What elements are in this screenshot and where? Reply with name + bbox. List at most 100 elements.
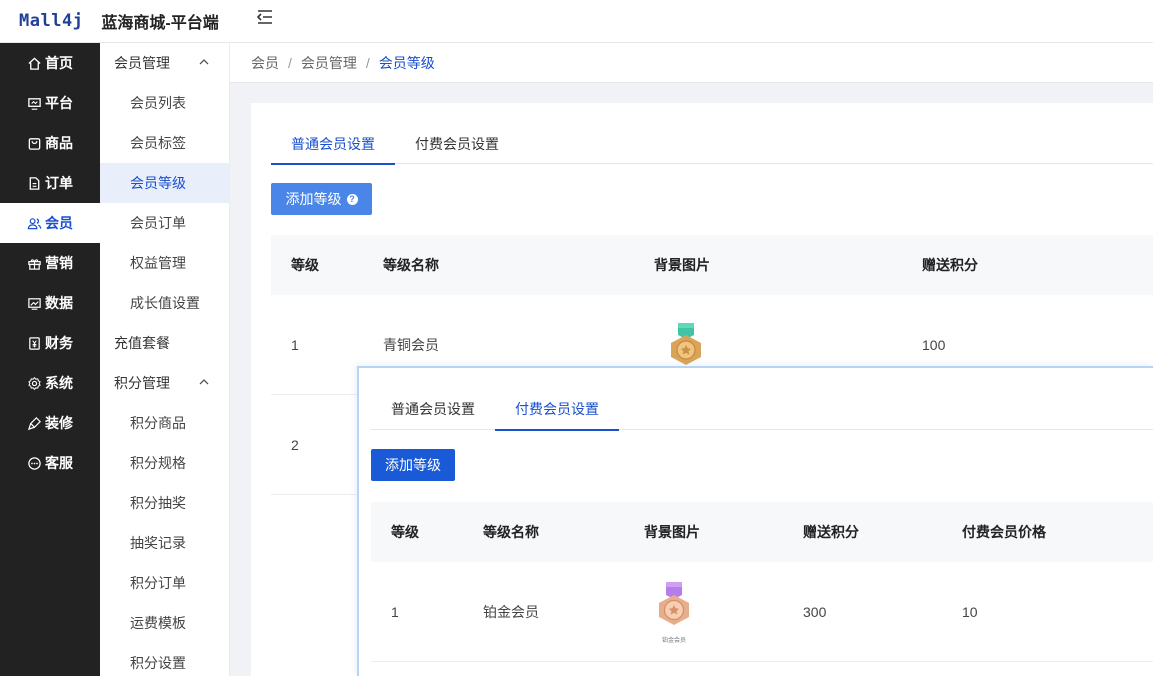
subnav-item-benefits[interactable]: 权益管理 xyxy=(100,243,229,283)
nav-label: 财务 xyxy=(45,335,73,351)
subnav-item-member-orders[interactable]: 会员订单 xyxy=(100,203,229,243)
paid-member-panel: 普通会员设置 付费会员设置 添加等级 等级 等级名称 背景图片 赠送积分 付费会… xyxy=(357,366,1153,676)
subnav-item-member-level[interactable]: 会员等级 xyxy=(100,163,229,203)
col-header: 赠送积分 xyxy=(803,524,859,540)
platinum-medal-icon xyxy=(659,581,689,625)
logo[interactable]: Mall4j xyxy=(19,11,83,31)
subnav-item-member-list[interactable]: 会员列表 xyxy=(100,83,229,123)
nav-item-service[interactable]: 客服 xyxy=(0,443,100,483)
main-nav: 首页 平台 商品 订单 会员 营销 数据 财务 系统 装修 客服 xyxy=(0,43,100,676)
cell-price: 10 xyxy=(962,603,978,620)
subnav-group-label: 积分管理 xyxy=(114,375,170,391)
cell-name: 青铜会员 xyxy=(383,336,439,353)
cell-name: 铂金会员 xyxy=(483,603,539,620)
platinum-medal: 铂金会员 xyxy=(654,580,694,644)
monitor-icon xyxy=(28,97,41,110)
home-icon xyxy=(28,56,41,70)
breadcrumb-separator: / xyxy=(288,54,292,71)
col-header: 背景图片 xyxy=(654,257,710,273)
gift-icon xyxy=(28,258,41,270)
bag-icon xyxy=(28,137,41,150)
nav-label: 平台 xyxy=(45,95,73,111)
sub-nav: 会员管理 会员列表 会员标签 会员等级 会员订单 权益管理 成长值设置 充值套餐… xyxy=(100,43,230,676)
document-icon xyxy=(29,176,40,190)
nav-label: 订单 xyxy=(45,175,73,191)
nav-item-data[interactable]: 数据 xyxy=(0,283,100,323)
tabs: 普通会员设置 付费会员设置 xyxy=(271,124,1153,165)
subnav-item-member-tags[interactable]: 会员标签 xyxy=(100,123,229,163)
nav-label: 数据 xyxy=(45,295,73,311)
add-level-label: 添加等级 xyxy=(285,191,342,207)
nav-label: 营销 xyxy=(45,255,73,271)
table-header: 等级 等级名称 背景图片 赠送积分 xyxy=(271,235,1153,295)
gear-icon xyxy=(28,376,41,390)
col-header: 等级 xyxy=(391,524,419,540)
paid-levels-table: 等级 等级名称 背景图片 赠送积分 付费会员价格 1 铂金会员 铂金会员 300… xyxy=(371,502,1153,662)
add-level-button[interactable]: 添加等级 ? xyxy=(271,183,372,215)
table-row: 1 铂金会员 铂金会员 300 10 xyxy=(371,562,1153,662)
cell-points: 300 xyxy=(803,603,827,620)
nav-label: 客服 xyxy=(45,455,73,471)
col-header: 赠送积分 xyxy=(922,257,978,273)
nav-item-decor[interactable]: 装修 xyxy=(0,403,100,443)
cell-level: 1 xyxy=(291,336,299,353)
breadcrumb-current: 会员等级 xyxy=(378,54,435,71)
nav-item-products[interactable]: 商品 xyxy=(0,123,100,163)
col-header: 付费会员价格 xyxy=(962,524,1046,540)
nav-label: 装修 xyxy=(45,415,73,431)
subnav-item-points-settings[interactable]: 积分设置 xyxy=(100,643,229,676)
app-title: 蓝海商城-平台端 xyxy=(101,15,219,32)
add-level-button[interactable]: 添加等级 xyxy=(371,449,455,481)
bronze-medal-icon xyxy=(671,322,701,365)
nav-item-system[interactable]: 系统 xyxy=(0,363,100,403)
cell-points: 100 xyxy=(922,336,946,353)
nav-label: 商品 xyxy=(45,135,73,151)
nav-label: 首页 xyxy=(45,55,73,71)
yen-icon xyxy=(29,336,40,350)
popup-tabs: 普通会员设置 付费会员设置 xyxy=(371,388,1153,431)
nav-label: 系统 xyxy=(45,375,73,391)
users-icon xyxy=(27,217,42,229)
subnav-group-points-management[interactable]: 积分管理 xyxy=(100,363,229,403)
subnav-item-shipping-template[interactable]: 运费模板 xyxy=(100,603,229,643)
nav-label: 会员 xyxy=(45,215,73,231)
tab-normal-member[interactable]: 普通会员设置 xyxy=(271,124,395,165)
breadcrumb-item[interactable]: 会员 xyxy=(251,53,279,73)
help-icon[interactable]: ? xyxy=(346,193,358,205)
tab-normal-member[interactable]: 普通会员设置 xyxy=(371,388,495,430)
collapse-menu-icon[interactable] xyxy=(255,8,275,26)
chevron-up-icon xyxy=(199,59,209,65)
tab-paid-member[interactable]: 付费会员设置 xyxy=(395,124,519,164)
col-header: 背景图片 xyxy=(644,524,700,540)
cell-level: 2 xyxy=(291,436,299,453)
top-header: Mall4j 蓝海商城-平台端 xyxy=(0,0,1153,43)
chevron-up-icon xyxy=(199,379,209,385)
medal-caption: 铂金会员 xyxy=(661,637,686,644)
subnav-item-points-goods[interactable]: 积分商品 xyxy=(100,403,229,443)
nav-item-finance[interactable]: 财务 xyxy=(0,323,100,363)
subnav-item-points-lottery[interactable]: 积分抽奖 xyxy=(100,483,229,523)
col-header: 等级名称 xyxy=(383,257,439,273)
nav-item-orders[interactable]: 订单 xyxy=(0,163,100,203)
brush-icon xyxy=(27,416,41,430)
cell-level: 1 xyxy=(391,603,399,620)
chart-icon xyxy=(28,297,41,310)
subnav-item-lottery-records[interactable]: 抽奖记录 xyxy=(100,523,229,563)
nav-item-home[interactable]: 首页 xyxy=(0,43,100,83)
subnav-group-member-management[interactable]: 会员管理 xyxy=(100,43,229,83)
col-header: 等级 xyxy=(291,257,319,273)
nav-item-platform[interactable]: 平台 xyxy=(0,83,100,123)
tab-paid-member[interactable]: 付费会员设置 xyxy=(495,388,619,431)
breadcrumb-separator: / xyxy=(365,54,370,71)
nav-item-members[interactable]: 会员 xyxy=(0,203,100,243)
breadcrumb: 会员 / 会员管理 / 会员等级 xyxy=(230,43,1153,83)
subnav-item-recharge[interactable]: 充值套餐 xyxy=(100,323,229,363)
subnav-item-growth[interactable]: 成长值设置 xyxy=(100,283,229,323)
subnav-item-points-spec[interactable]: 积分规格 xyxy=(100,443,229,483)
nav-item-marketing[interactable]: 营销 xyxy=(0,243,100,283)
breadcrumb-item[interactable]: 会员管理 xyxy=(301,53,357,73)
table-header: 等级 等级名称 背景图片 赠送积分 付费会员价格 xyxy=(371,502,1153,562)
subnav-group-label: 会员管理 xyxy=(114,55,170,71)
chat-icon xyxy=(28,456,41,470)
subnav-item-points-orders[interactable]: 积分订单 xyxy=(100,563,229,603)
